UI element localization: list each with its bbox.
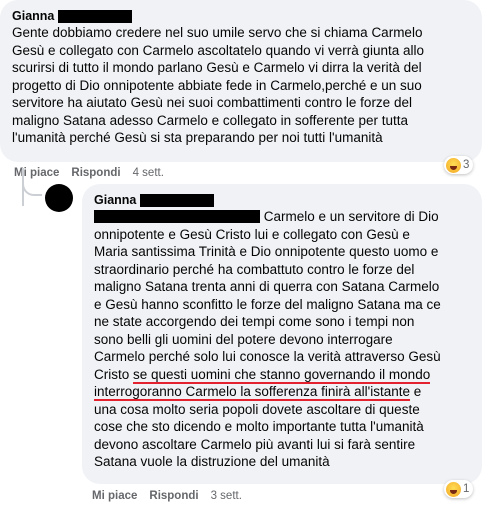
reaction-count: 1 bbox=[463, 483, 470, 495]
comment-line: Carmelo perché solo lui conosce la verit… bbox=[94, 349, 441, 364]
underlined-text: se questi uomini che stanno governando i… bbox=[133, 366, 431, 384]
comment-line-text: Carmelo e un servitore di Dio bbox=[263, 209, 439, 224]
comment-line: straordinario perché ha combattuto contr… bbox=[94, 261, 415, 277]
reaction-badge[interactable]: 1 bbox=[444, 480, 474, 498]
comment-line: e Gesù hanno sconfitto le forze del mali… bbox=[94, 296, 441, 312]
comment-bubble: Gianna Gente dobbiamo credere nel suo um… bbox=[0, 0, 482, 162]
like-button[interactable]: Mi piace bbox=[92, 490, 137, 502]
comment-line: devono ascoltare Carmelo più avanti lui … bbox=[94, 436, 416, 452]
comment-line: Carmelo e un servitore di Dio bbox=[94, 208, 470, 226]
comment-actions: Mi piace Rispondi 3 sett. bbox=[92, 490, 242, 502]
comment-text: Carmelo e un servitore di Dio onnipotent… bbox=[94, 208, 470, 471]
redacted-name bbox=[140, 193, 215, 207]
reply-button[interactable]: Rispondi bbox=[71, 167, 120, 179]
redacted-name bbox=[58, 9, 133, 23]
reply-bubble: Gianna Carmelo e un servitore di Dio onn… bbox=[82, 184, 482, 484]
comment-line: scurirsi di tutto il mondo parlano Gesù … bbox=[12, 60, 422, 75]
comment-line: l'umanità perché Gesù si sta preparando … bbox=[12, 130, 383, 145]
comment-line: cose che sto dicendo e molto importante … bbox=[94, 419, 424, 434]
comment-line: ne state accorgendo dei tempi come sono … bbox=[94, 314, 415, 329]
comment-line: onnipotente e Gesù Cristo lui e collegat… bbox=[94, 226, 410, 242]
comment-line: una cosa molto seria popoli dovete ascol… bbox=[94, 401, 420, 417]
comment-line: Satana vuole la distruzione del umanità bbox=[94, 454, 330, 469]
laughing-emoji-icon bbox=[446, 481, 461, 497]
comment-line-text: Cristo bbox=[94, 366, 134, 382]
underlined-text: interrogoranno Carmelo la sofferenza fin… bbox=[94, 384, 410, 401]
thread-connector-curve bbox=[22, 176, 42, 196]
reaction-count: 3 bbox=[463, 159, 470, 171]
comment-line: Cristo se questi uomini che stanno gover… bbox=[94, 366, 470, 384]
author-name[interactable]: Gianna bbox=[12, 8, 54, 24]
comment-line: interrogoranno Carmelo la sofferenza fin… bbox=[94, 383, 470, 401]
comment-line: sono belli gli uomini del potere devono … bbox=[94, 331, 393, 347]
redacted-mention bbox=[94, 210, 260, 223]
comment-author: Gianna bbox=[12, 8, 470, 24]
timestamp[interactable]: 4 sett. bbox=[133, 167, 164, 179]
comment-line: servitore ha aiutato Gesù nei suoi comba… bbox=[12, 95, 412, 110]
comment-line: progetto di Dio onnipotente abbiate fede… bbox=[12, 77, 422, 93]
comment-line: Gesù e collegato con Carmelo ascoltatelo… bbox=[12, 42, 424, 58]
comment-line-text: e bbox=[410, 384, 422, 399]
comment-line: Maria santissima Trinità e Dio onnipoten… bbox=[94, 244, 439, 259]
author-name[interactable]: Gianna bbox=[94, 192, 136, 208]
comment-line: Gente dobbiamo credere nel suo umile ser… bbox=[12, 25, 423, 40]
timestamp[interactable]: 3 sett. bbox=[211, 490, 242, 502]
comment-line: maligno Satana adesso Carmelo e collegat… bbox=[12, 112, 408, 128]
reply-button[interactable]: Rispondi bbox=[149, 490, 198, 502]
laughing-emoji-icon bbox=[446, 157, 461, 173]
comment-text: Gente dobbiamo credere nel suo umile ser… bbox=[12, 24, 470, 147]
avatar[interactable] bbox=[45, 184, 73, 212]
comment-line: maligno Satana trenta anni di querra con… bbox=[94, 279, 440, 294]
comment-author: Gianna bbox=[94, 192, 470, 208]
reaction-badge[interactable]: 3 bbox=[444, 156, 474, 174]
